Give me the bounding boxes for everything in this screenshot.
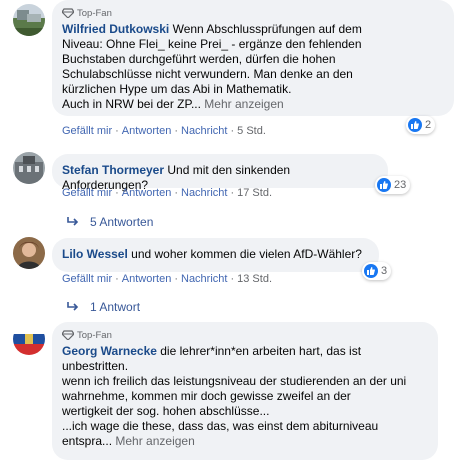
timestamp[interactable]: 13 Std. [237, 273, 272, 285]
like-link[interactable]: Gefällt mir [62, 273, 112, 285]
comment-actions: Gefällt mir · Antworten · Nachricht · 13 Std. [62, 273, 272, 285]
top-fan-badge: Top-Fan [62, 328, 428, 342]
author-name[interactable]: Georg Warnecke [62, 344, 157, 358]
author-name[interactable]: Lilo Wessel [62, 247, 128, 261]
message-link[interactable]: Nachricht [181, 187, 227, 199]
reply-link[interactable]: Antworten [122, 273, 172, 285]
timestamp[interactable]: 17 Std. [237, 187, 272, 199]
ellipsis: ... [190, 97, 201, 111]
comment-text: Georg Warnecke die lehrer*inn*en arbeite… [62, 344, 428, 449]
avatar[interactable] [13, 237, 45, 269]
person-avatar-icon [13, 237, 45, 269]
diamond-icon [62, 330, 74, 340]
replies-count: 1 Antwort [90, 300, 141, 314]
reaction-count[interactable]: 23 [375, 176, 411, 194]
reply-arrow-icon [67, 302, 79, 311]
show-more-link[interactable]: Mehr anzeigen [112, 434, 194, 448]
flag-avatar-icon [13, 323, 45, 355]
reply-link[interactable]: Antworten [122, 125, 172, 137]
reaction-count[interactable]: 2 [406, 116, 436, 134]
comment-bubble: Lilo Wessel und woher kommen die vielen … [52, 238, 379, 272]
like-link[interactable]: Gefällt mir [62, 125, 112, 137]
avatar[interactable] [13, 323, 45, 355]
comment-bubble: Top-Fan Georg Warnecke die lehrer*inn*en… [52, 322, 438, 460]
replies-count: 5 Antworten [90, 215, 154, 229]
top-fan-badge: Top-Fan [62, 6, 444, 20]
reaction-number: 2 [425, 119, 432, 131]
avatar[interactable] [13, 4, 45, 36]
like-reaction-icon [377, 178, 391, 192]
comment-actions: Gefällt mir · Antworten · Nachricht · 17 Std. [62, 187, 272, 199]
comment-bubble: Top-Fan Wilfried Dutkowski Wenn Abschlus… [52, 0, 454, 116]
view-replies-link[interactable]: 1 Antwort [66, 300, 140, 314]
badge-label: Top-Fan [77, 7, 112, 19]
building-avatar-icon [13, 152, 45, 184]
diamond-icon [62, 8, 74, 18]
badge-label: Top-Fan [77, 329, 112, 341]
like-reaction-icon [408, 118, 422, 132]
reaction-number: 23 [394, 179, 407, 191]
show-more-link[interactable]: Mehr anzeigen [201, 97, 283, 111]
comment-bubble: Stefan Thormeyer Und mit den sinkenden A… [52, 154, 388, 192]
reply-arrow-icon [67, 217, 79, 226]
author-name[interactable]: Wilfried Dutkowski [62, 22, 169, 36]
comment-body: die lehrer*inn*en arbeiten hart, das ist… [62, 344, 407, 448]
message-link[interactable]: Nachricht [181, 273, 227, 285]
comment-body: und woher kommen die vielen AfD-Wähler? [127, 247, 362, 261]
timestamp[interactable]: 5 Std. [237, 125, 266, 137]
reaction-count[interactable]: 3 [362, 262, 392, 280]
comment-text: Wilfried Dutkowski Wenn Abschlussprüfung… [62, 22, 444, 112]
reaction-number: 3 [381, 265, 388, 277]
comment-text: Lilo Wessel und woher kommen die vielen … [62, 247, 369, 262]
avatar[interactable] [13, 152, 45, 184]
landscape-avatar-icon [13, 4, 45, 36]
author-name[interactable]: Stefan Thormeyer [62, 163, 164, 177]
comment-actions: Gefällt mir · Antworten · Nachricht · 5 Std. [62, 125, 266, 137]
like-link[interactable]: Gefällt mir [62, 187, 112, 199]
like-reaction-icon [364, 264, 378, 278]
ellipsis: ... [102, 434, 113, 448]
view-replies-link[interactable]: 5 Antworten [66, 215, 153, 229]
reply-link[interactable]: Antworten [122, 187, 172, 199]
message-link[interactable]: Nachricht [181, 125, 227, 137]
